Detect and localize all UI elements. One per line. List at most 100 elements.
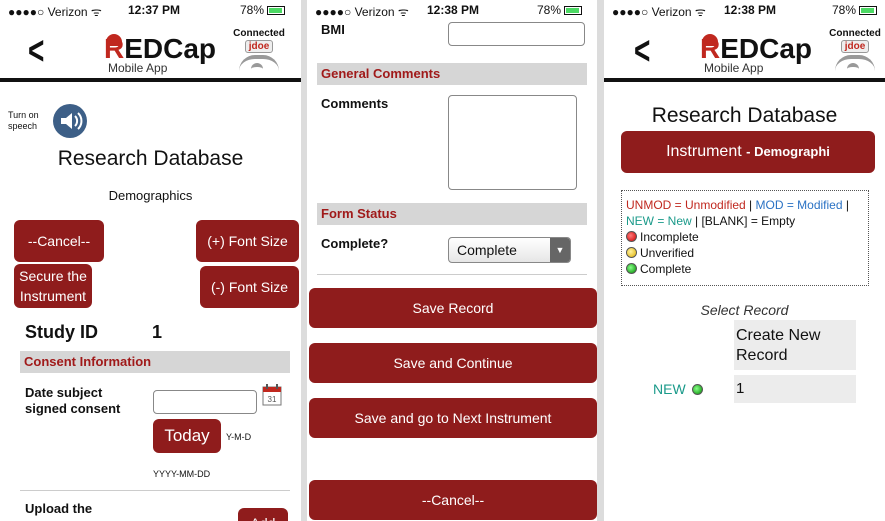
divider [317,274,587,275]
battery-icon [859,6,878,15]
header-divider [604,78,885,82]
instrument-prefix: Instrument [666,143,742,160]
battery-icon [267,6,286,15]
font-increase-button[interactable]: (+) Font Size [196,220,299,262]
status-bar: ●●●●○ Verizon ᯤ 12:38 PM 78% [307,0,597,20]
legend-mod: MOD = Modified [755,198,843,212]
status-bar: ●●●●○ Verizon ᯤ 12:38 PM 78% [604,0,885,20]
instrument-header[interactable]: Instrument - Demographi [621,131,875,173]
form-status-section-header: Form Status [317,203,587,225]
today-button[interactable]: Today [153,419,221,453]
back-chevron-icon[interactable]: < [634,31,650,71]
screen-data-entry: ●●●●○ Verizon ᯤ 12:37 PM 78% < REDCap Mo… [0,0,301,521]
instrument-name: Demographics [108,188,193,203]
back-chevron-icon[interactable]: < [28,31,44,71]
green-status-icon [691,384,703,395]
add-file-button[interactable]: Add [238,508,288,521]
status-legend: UNMOD = Unmodified | MOD = Modified | NE… [621,190,869,286]
panel-separator [597,0,604,521]
connected-user: jdoe [841,40,869,53]
calendar-icon[interactable]: 31 [262,384,282,406]
speech-toggle-label: Turn on speech [8,110,39,132]
complete-label: Complete? [321,236,389,251]
carrier-label: ●●●●○ Verizon ᯤ [612,5,706,19]
wifi-icon [835,55,875,71]
legend-unverified-label: Unverified [640,246,695,260]
bmi-label: BMI [321,22,345,37]
consent-date-line1: Date subject [25,385,103,400]
app-header: < REDCap Mobile App Connected jdoe [604,20,885,82]
clock: 12:37 PM [128,3,181,17]
consent-section-header: Consent Information [20,351,290,373]
new-tag-label: NEW [653,381,686,397]
bmi-input[interactable] [448,22,585,46]
legend-unverified: Unverified [626,245,864,261]
connected-user: jdoe [245,40,273,53]
battery-icon [564,6,583,15]
speaker-icon[interactable] [52,103,88,139]
chevron-down-icon: ▼ [550,238,570,262]
instrument-title: - Demographi [746,144,830,159]
create-new-line1: Create New [736,327,821,344]
battery-percent: 78% [240,3,265,17]
secure-instrument-button[interactable]: Secure the Instrument [14,264,92,308]
date-format-hint: YYYY-MM-DD [153,469,211,479]
logo-hat-icon [106,34,122,46]
consent-date-input[interactable] [153,390,257,414]
battery-percent: 78% [832,3,857,17]
font-decrease-button[interactable]: (-) Font Size [200,266,299,308]
carrier-label: ●●●●○ Verizon ᯤ [8,5,102,19]
battery-indicator: 78% [832,3,878,17]
battery-percent: 78% [537,3,562,17]
consent-date-line2: signed consent [25,401,121,416]
battery-indicator: 78% [537,3,583,17]
legend-incomplete-label: Incomplete [640,230,699,244]
speech-label-line2: speech [8,121,38,131]
save-continue-button[interactable]: Save and Continue [309,343,597,383]
record-row[interactable]: 1 [734,375,856,403]
consent-date-label: Date subject signed consent [25,385,120,417]
legend-new: NEW = New [626,214,692,228]
clock: 12:38 PM [427,3,480,17]
logo-hat-icon [702,34,718,46]
wifi-icon [239,55,279,71]
create-new-record-button[interactable]: Create New Record [734,320,856,370]
red-status-icon [626,231,637,242]
legend-complete-label: Complete [640,262,692,276]
connected-label: Connected [233,28,285,39]
battery-indicator: 78% [240,3,286,17]
comments-label: Comments [321,96,389,111]
divider [20,490,290,491]
save-next-instrument-button[interactable]: Save and go to Next Instrument [309,398,597,438]
logo-word: EDCap [124,33,217,64]
legend-sep: | [842,198,849,212]
create-new-line2: Record [736,347,788,364]
legend-incomplete: Incomplete [626,229,864,245]
select-record-label: Select Record [700,302,789,318]
complete-select[interactable]: Complete ▼ [448,237,571,263]
secure-line1: Secure the [19,268,87,284]
legend-blank: | [BLANK] = Empty [691,214,796,228]
connection-status: Connected jdoe [827,28,883,71]
secure-line2: Instrument [19,288,87,304]
yellow-status-icon [626,247,637,258]
logo-word: EDCap [720,33,813,64]
speech-label-line1: Turn on [8,110,39,120]
upload-label: Upload the [25,501,93,516]
redcap-logo: REDCap Mobile App [700,33,813,74]
clock: 12:38 PM [724,3,777,17]
cancel-button[interactable]: --Cancel-- [309,480,597,520]
save-record-button[interactable]: Save Record [309,288,597,328]
app-header: < REDCap Mobile App Connected jdoe [0,20,301,82]
study-id-value: 1 [152,322,163,342]
screen-form-bottom: ●●●●○ Verizon ᯤ 12:38 PM 78% BMI General… [307,0,597,521]
carrier-label: ●●●●○ Verizon ᯤ [315,5,409,19]
redcap-logo: REDCap Mobile App [104,33,217,74]
legend-text: UNMOD = Unmodified | MOD = Modified | [626,197,864,213]
cancel-button[interactable]: --Cancel-- [14,220,104,262]
comments-textarea[interactable] [448,95,577,190]
comments-section-header: General Comments [317,63,587,85]
new-record-tag: NEW [653,381,706,397]
study-id-label: Study ID [25,322,99,342]
screen-select-record: ●●●●○ Verizon ᯤ 12:38 PM 78% < REDCap Mo… [604,0,885,521]
